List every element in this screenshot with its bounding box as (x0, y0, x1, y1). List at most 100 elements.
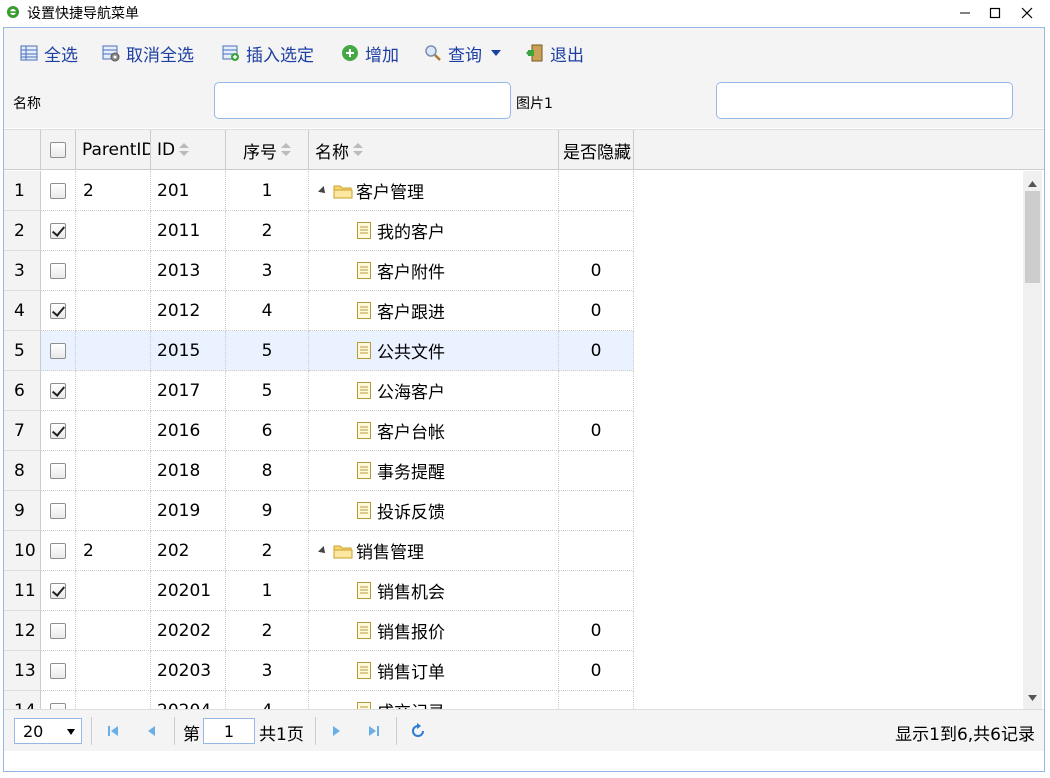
row-check-cell[interactable] (41, 411, 76, 451)
row-checkbox[interactable] (50, 302, 66, 319)
name-cell[interactable]: 我的客户 (309, 211, 559, 251)
next-page-button[interactable] (325, 720, 347, 742)
row-checkbox[interactable] (50, 382, 66, 399)
row-number: 11 (4, 571, 41, 611)
name-cell[interactable]: 销售管理 (309, 531, 559, 571)
table-row[interactable]: 7 2016 6 客户台帐 0 (4, 411, 634, 451)
name-text: 销售管理 (356, 543, 424, 563)
first-page-button[interactable] (102, 720, 124, 742)
column-header-seq[interactable]: 序号 (226, 130, 309, 170)
name-cell[interactable]: 客户跟进 (309, 291, 559, 331)
name-cell[interactable]: 事务提醒 (309, 451, 559, 491)
row-checkbox[interactable] (50, 422, 66, 439)
refresh-button[interactable] (407, 720, 429, 742)
ie-icon (7, 6, 19, 18)
tree-collapse-icon[interactable] (318, 185, 328, 196)
query-button[interactable]: 查询 (424, 40, 503, 66)
page-number-input[interactable]: 1 (203, 718, 255, 744)
insert-selected-button[interactable]: 插入选定 (222, 40, 314, 66)
name-cell[interactable]: 客户台帐 (309, 411, 559, 451)
column-header-name[interactable]: 名称 (309, 130, 559, 170)
parent-id-cell (76, 651, 151, 691)
table-row[interactable]: 3 2013 3 客户附件 0 (4, 251, 634, 291)
row-check-cell[interactable] (41, 171, 76, 211)
name-cell[interactable]: 销售机会 (309, 571, 559, 611)
table-row[interactable]: 13 20203 3 销售订单 0 (4, 651, 634, 691)
table-row[interactable]: 6 2017 5 公海客户 (4, 371, 634, 411)
vertical-scrollbar[interactable] (1023, 171, 1042, 710)
table-row[interactable]: 14 202044成交记录 (4, 691, 634, 710)
page-prefix-label: 第 (183, 725, 200, 745)
row-checkbox[interactable] (50, 182, 66, 199)
row-check-cell[interactable] (41, 491, 76, 531)
name-cell[interactable]: 公共文件 (309, 331, 559, 371)
column-header-id[interactable]: ID (151, 130, 226, 170)
row-check-cell[interactable] (41, 451, 76, 491)
name-input[interactable] (214, 82, 511, 119)
sort-icon (281, 143, 291, 157)
scroll-up-button[interactable] (1023, 175, 1042, 192)
row-check-cell[interactable] (41, 371, 76, 411)
add-button[interactable]: 增加 (341, 40, 399, 66)
tree-collapse-icon[interactable] (318, 545, 328, 556)
row-check-cell[interactable] (41, 691, 76, 710)
row-check-cell[interactable] (41, 531, 76, 571)
column-header-parent-id[interactable]: ParentID (76, 130, 151, 170)
table-row[interactable]: 12 20202 2 销售报价 0 (4, 611, 634, 651)
name-cell[interactable]: 销售报价 (309, 611, 559, 651)
row-checkbox[interactable] (50, 222, 66, 239)
table-row[interactable]: 10 2 202 2 销售管理 (4, 531, 634, 571)
name-cell[interactable]: 投诉反馈 (309, 491, 559, 531)
row-checkbox[interactable] (50, 582, 66, 599)
table-row[interactable]: 9 2019 9 投诉反馈 (4, 491, 634, 531)
row-check-cell[interactable] (41, 291, 76, 331)
row-check-cell[interactable] (41, 251, 76, 291)
table-row[interactable]: 1 2 201 1 客户管理 (4, 171, 634, 211)
seq-cell: 1 (226, 571, 309, 611)
row-check-cell[interactable] (41, 331, 76, 371)
previous-page-button[interactable] (141, 720, 163, 742)
seq-cell: 5 (226, 371, 309, 411)
last-page-icon (369, 726, 379, 736)
row-checkbox[interactable] (50, 462, 66, 479)
scroll-thumb[interactable] (1025, 191, 1040, 283)
picture-input[interactable] (716, 82, 1013, 119)
row-check-cell[interactable] (41, 211, 76, 251)
name-cell[interactable]: 销售订单 (309, 651, 559, 691)
column-label: 是否隐藏 (563, 142, 631, 163)
name-cell[interactable]: 公海客户 (309, 371, 559, 411)
unselect-all-button[interactable]: 取消全选 (102, 40, 194, 66)
page-total-label: 共1页 (259, 725, 304, 745)
row-checkbox[interactable] (50, 542, 66, 559)
search-form: 名称 图片1 (4, 80, 1044, 128)
close-button[interactable] (1004, 0, 1050, 26)
last-page-button[interactable] (363, 720, 385, 742)
name-cell[interactable]: 成交记录 (309, 691, 559, 710)
check-all-header[interactable] (41, 130, 76, 170)
name-cell[interactable]: 客户管理 (309, 171, 559, 211)
row-check-cell[interactable] (41, 571, 76, 611)
page-size-select[interactable]: 20 (14, 718, 82, 744)
row-checkbox[interactable] (50, 662, 66, 679)
exit-button[interactable]: 退出 (526, 40, 584, 66)
table-row[interactable]: 8 2018 8 事务提醒 (4, 451, 634, 491)
id-cell: 2015 (151, 331, 226, 371)
table-row[interactable]: 11 20201 1 销售机会 (4, 571, 634, 611)
name-cell[interactable]: 客户附件 (309, 251, 559, 291)
row-checkbox[interactable] (50, 622, 66, 639)
hidden-cell (559, 371, 634, 411)
id-cell: 2018 (151, 451, 226, 491)
row-checkbox[interactable] (50, 262, 66, 279)
scroll-down-button[interactable] (1023, 689, 1042, 706)
table-row[interactable]: 5 2015 5 公共文件 0 (4, 331, 634, 371)
row-checkbox[interactable] (50, 502, 66, 519)
row-checkbox[interactable] (50, 342, 66, 359)
table-row[interactable]: 4 2012 4 客户跟进 0 (4, 291, 634, 331)
row-check-cell[interactable] (41, 611, 76, 651)
check-all-checkbox[interactable] (50, 142, 66, 158)
select-all-button[interactable]: 全选 (20, 40, 78, 66)
column-header-hidden[interactable]: 是否隐藏 (559, 130, 634, 170)
table-row[interactable]: 2 2011 2 我的客户 (4, 211, 634, 251)
hidden-cell (559, 491, 634, 531)
row-check-cell[interactable] (41, 651, 76, 691)
